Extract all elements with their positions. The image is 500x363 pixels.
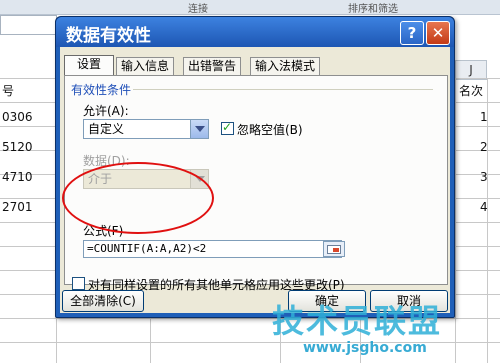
dialog-title-bar[interactable]: 数据有效性 ? ✕ — [56, 17, 454, 47]
close-button[interactable]: ✕ — [426, 21, 450, 45]
tab-input-message[interactable]: 输入信息 — [116, 57, 175, 75]
formula-input[interactable]: =COUNTIF(A:A,A2)<2 — [83, 240, 342, 258]
ribbon-group-connections: 连接 — [188, 4, 208, 15]
validation-criteria-label: 有效性条件 — [71, 83, 132, 97]
group-divider — [133, 89, 433, 90]
watermark-url: www.jsgho.com — [303, 340, 427, 356]
cell-rank-row-1[interactable]: 1 — [480, 110, 488, 124]
cell-rank-row-3[interactable]: 3 — [480, 170, 488, 184]
ignore-blank-checkbox[interactable] — [221, 120, 234, 135]
name-box[interactable] — [0, 15, 57, 35]
chevron-down-icon[interactable] — [190, 120, 208, 138]
watermark-logo: 技术员联盟 — [272, 302, 443, 340]
cell-left-header[interactable]: 号 — [2, 82, 14, 99]
cell-left-row-2[interactable]: 5120 — [2, 140, 33, 154]
cell-left-row-1[interactable]: 0306 — [2, 110, 33, 124]
tab-settings[interactable]: 设置 — [64, 55, 114, 76]
allow-select[interactable]: 自定义 — [83, 119, 209, 139]
cell-rank-row-4[interactable]: 4 — [480, 200, 488, 214]
cell-left-row-4[interactable]: 2701 — [2, 200, 33, 214]
cell-left-row-3[interactable]: 4710 — [2, 170, 33, 184]
tab-ime-mode[interactable]: 输入法模式 — [250, 57, 321, 75]
allow-select-value: 自定义 — [88, 122, 125, 136]
clear-all-button[interactable]: 全部清除(C) — [62, 290, 144, 312]
ribbon-strip: 连接 排序和筛选 — [0, 0, 500, 15]
dialog-title: 数据有效性 — [66, 26, 151, 46]
highlight-circle — [62, 162, 214, 234]
help-button[interactable]: ? — [400, 21, 424, 45]
ribbon-group-sort-filter: 排序和筛选 — [348, 4, 398, 15]
cell-rank-header[interactable]: 名次 — [459, 82, 483, 99]
ignore-blank-label[interactable]: 忽略空值(B) — [237, 121, 303, 138]
column-header-j[interactable]: J — [455, 60, 487, 80]
tab-error-alert[interactable]: 出错警告 — [183, 57, 242, 75]
allow-label: 允许(A): — [83, 104, 129, 118]
range-picker-icon[interactable] — [323, 241, 345, 257]
cell-rank-row-2[interactable]: 2 — [480, 140, 488, 154]
apply-all-checkbox[interactable] — [72, 277, 85, 290]
